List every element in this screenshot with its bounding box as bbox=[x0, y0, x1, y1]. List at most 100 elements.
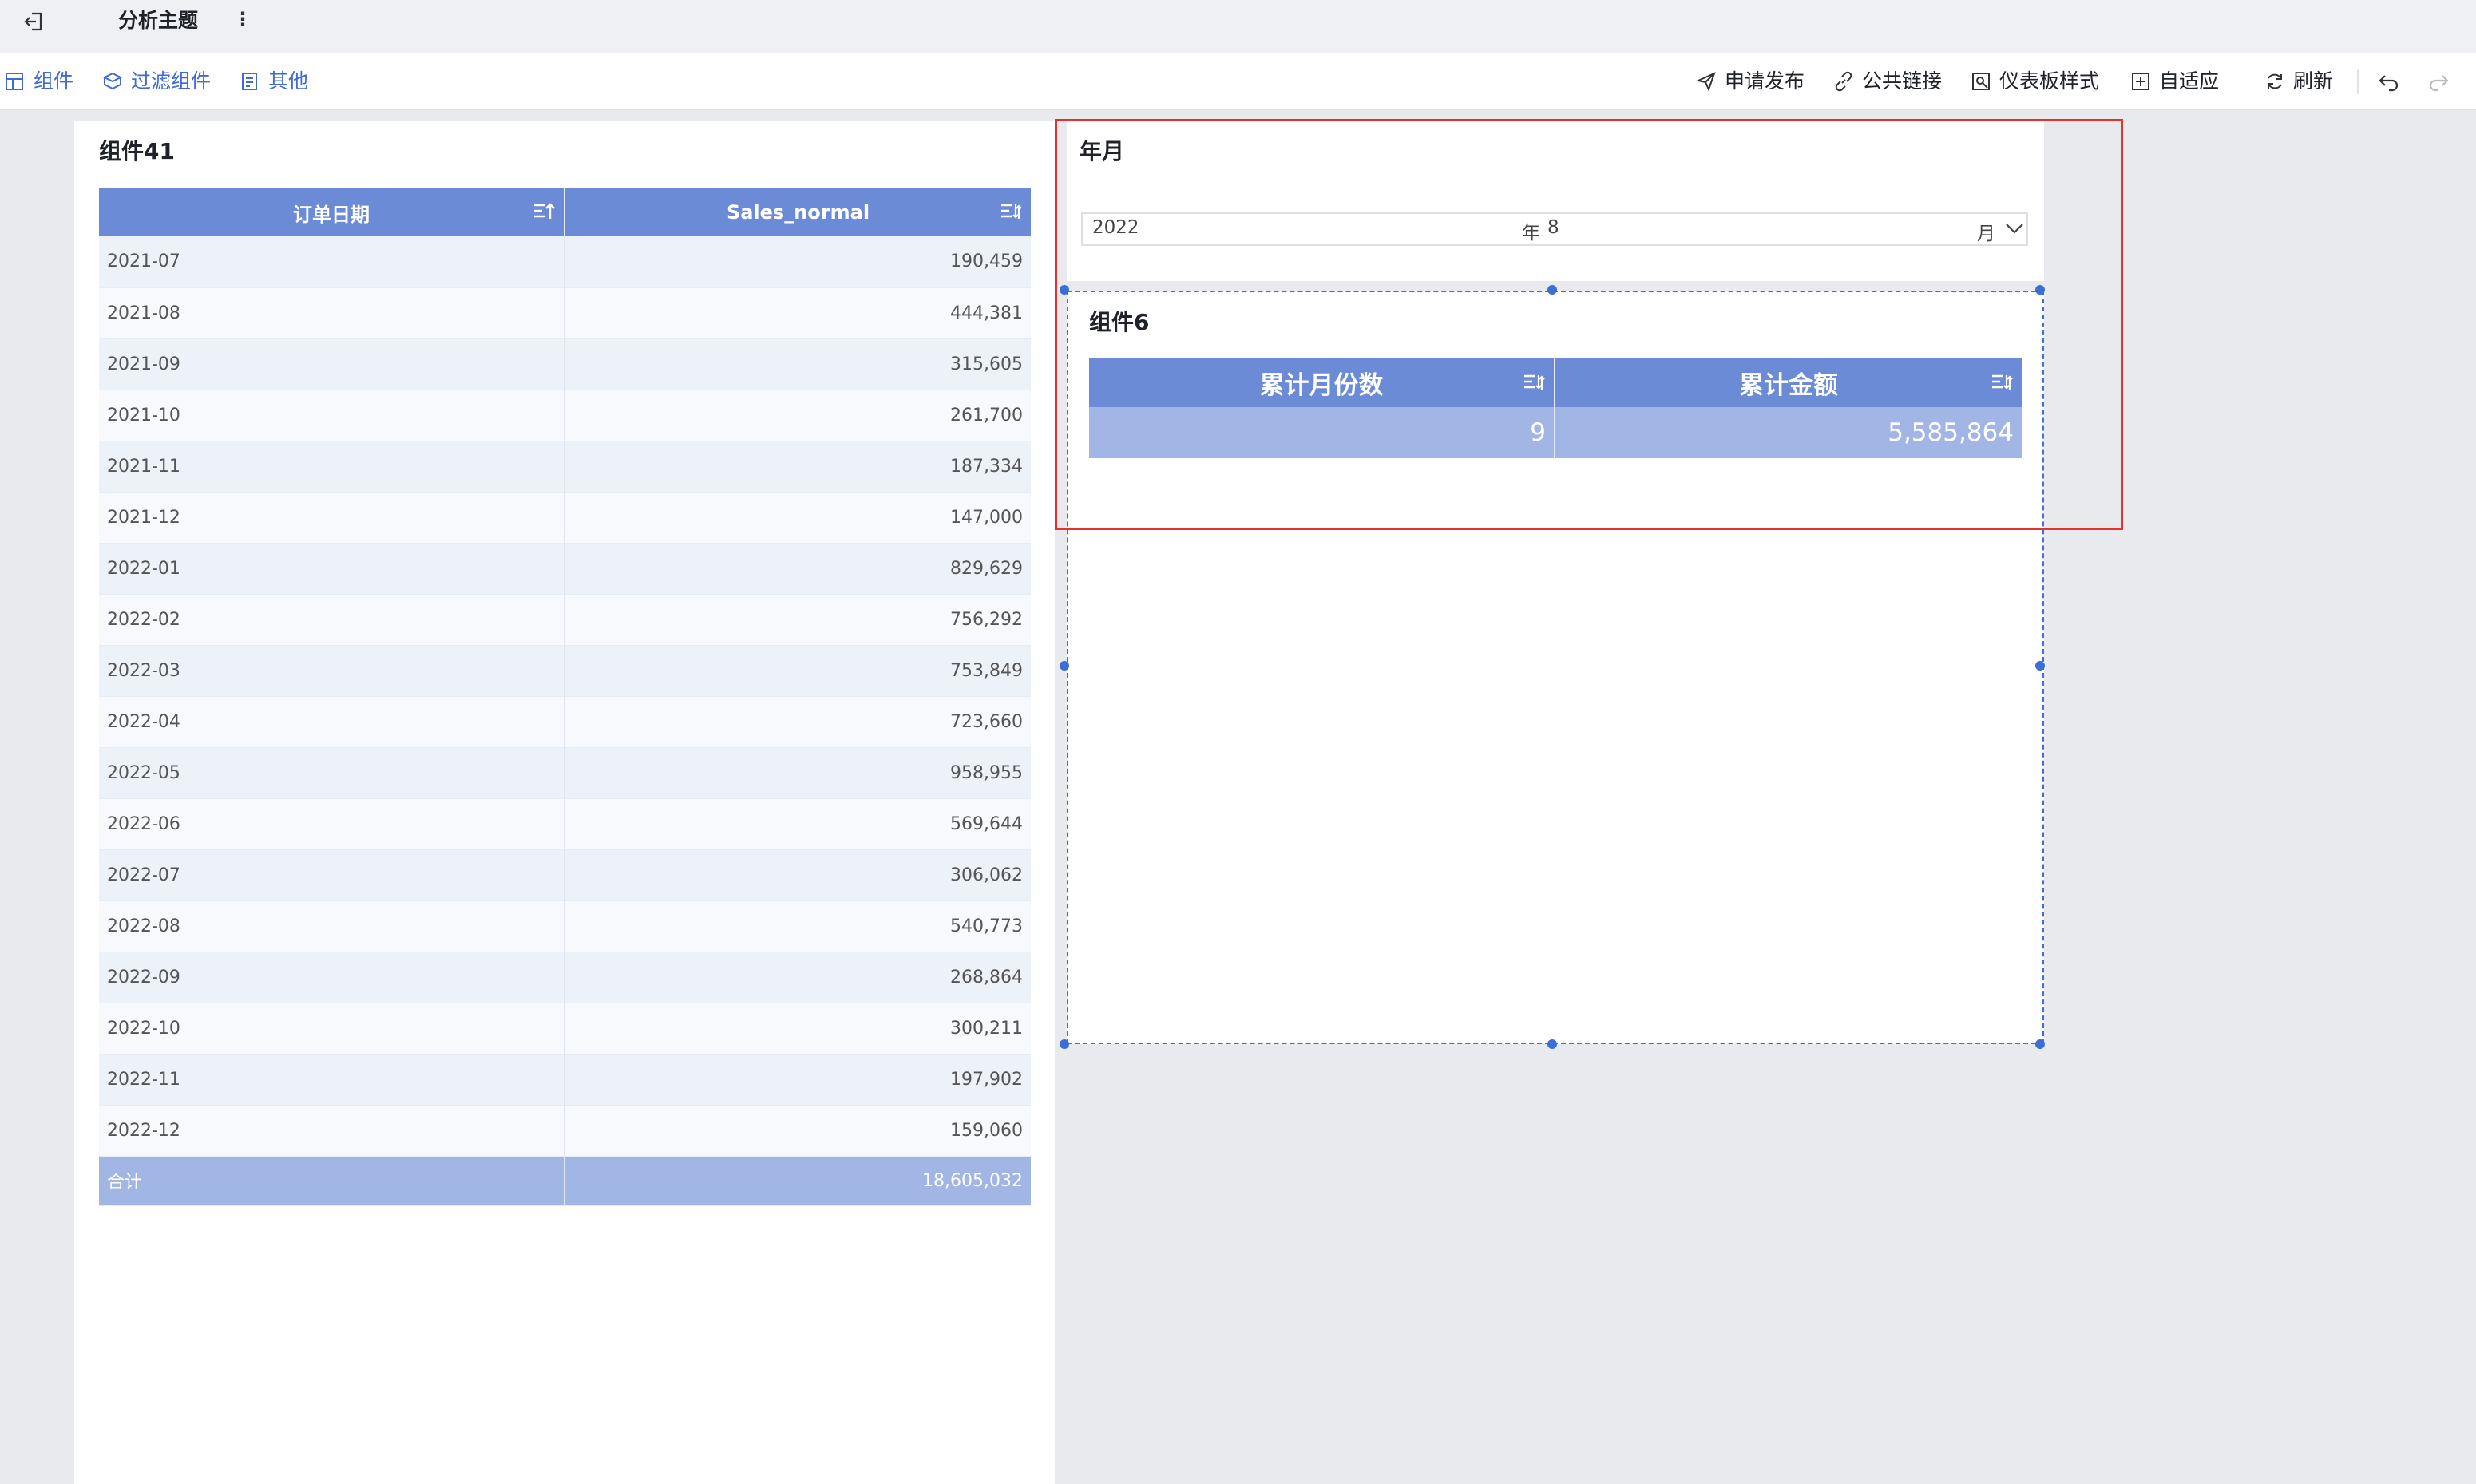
table-row: 2021-11 187,334 bbox=[99, 441, 1031, 493]
year-value: 2022 bbox=[1092, 217, 1139, 238]
order-date-cell: 2022-08 bbox=[99, 900, 565, 952]
order-date-cell: 2021-07 bbox=[99, 236, 565, 288]
table-row: 2021-10 261,700 bbox=[99, 390, 1031, 441]
public-link-button[interactable]: 公共链接 bbox=[1833, 67, 1942, 96]
table-row: 2022-10 300,211 bbox=[99, 1003, 1031, 1055]
order-date-cell: 2022-10 bbox=[99, 1003, 565, 1055]
year-unit: 年 bbox=[1522, 223, 1540, 243]
sort-icon[interactable] bbox=[999, 200, 1023, 224]
order-date-cell: 2022-04 bbox=[99, 696, 565, 748]
toolbar: 组件 过滤组件 其他 申请发布 公共链接 仪表板样式 自适应 刷新 bbox=[0, 53, 2476, 110]
refresh-label: 刷新 bbox=[2293, 69, 2334, 93]
sales-cell: 197,902 bbox=[565, 1054, 1031, 1106]
total-row: 合计 18,605,032 bbox=[99, 1156, 1031, 1206]
widget41-title: 组件41 bbox=[99, 138, 175, 164]
total-value: 18,605,032 bbox=[565, 1156, 1031, 1206]
order-date-cell: 2021-12 bbox=[99, 492, 565, 544]
month-value: 8 bbox=[1547, 217, 1559, 238]
add-widget-icon bbox=[6, 73, 23, 90]
more-icon[interactable]: ⋮ bbox=[233, 6, 252, 32]
filter-widget-label: 过滤组件 bbox=[131, 69, 212, 93]
sales-cell: 190,459 bbox=[565, 236, 1031, 288]
sales-cell: 187,334 bbox=[565, 441, 1031, 493]
column-label: 累计月份数 bbox=[1259, 370, 1384, 400]
resize-handle-e[interactable] bbox=[2035, 661, 2045, 671]
table-row: 2022-07 306,062 bbox=[99, 849, 1031, 901]
widget6-title: 组件6 bbox=[1089, 309, 1150, 335]
sort-icon[interactable] bbox=[1522, 370, 1546, 394]
table-row: 9 5,585,864 bbox=[1089, 407, 2022, 458]
column-header-sales[interactable]: Sales_normal bbox=[565, 188, 1031, 236]
column-header-cumulative-amount[interactable]: 累计金额 bbox=[1555, 358, 2022, 407]
table-row: 2022-02 756,292 bbox=[99, 594, 1031, 646]
exit-icon[interactable] bbox=[22, 10, 46, 34]
year-month-filter-panel[interactable]: 年 月 2022 年 8 月 bbox=[1067, 121, 2044, 281]
order-date-cell: 2022-06 bbox=[99, 798, 565, 850]
link-icon bbox=[1835, 71, 1852, 92]
redo-icon[interactable] bbox=[2427, 67, 2458, 96]
refresh-icon bbox=[2268, 73, 2282, 89]
undo-icon[interactable] bbox=[2378, 67, 2408, 96]
order-date-cell: 2022-03 bbox=[99, 645, 565, 697]
resize-handle-w[interactable] bbox=[1060, 661, 1069, 671]
sales-cell: 306,062 bbox=[565, 849, 1031, 901]
widget41-panel[interactable]: 组件41 订单日期 Sales_normal 2021-07 190,459 202… bbox=[74, 121, 1055, 1484]
year-month-select[interactable]: 2022 年 8 月 bbox=[1081, 212, 2028, 246]
resize-handle-ne[interactable] bbox=[2035, 285, 2045, 295]
widget6-panel[interactable]: 组件6 累计月份数 累计金额 9 5,585,864 bbox=[1067, 291, 2044, 1044]
table-row: 2022-09 268,864 bbox=[99, 952, 1031, 1003]
cumulative-months-value: 9 bbox=[1089, 407, 1555, 458]
resize-handle-nw[interactable] bbox=[1060, 285, 1069, 295]
add-widget-label: 组件 bbox=[34, 69, 74, 93]
sales-cell: 753,849 bbox=[565, 645, 1031, 697]
month-unit: 月 bbox=[1977, 224, 1995, 244]
resize-handle-se[interactable] bbox=[2035, 1039, 2045, 1049]
other-icon bbox=[242, 73, 257, 90]
refresh-button[interactable]: 刷新 bbox=[2264, 67, 2333, 96]
fit-label: 自适应 bbox=[2159, 69, 2220, 93]
dashboard-style-button[interactable]: 仪表板样式 bbox=[1971, 67, 2099, 96]
other-button[interactable]: 其他 bbox=[240, 67, 308, 96]
table-row: 2021-07 190,459 bbox=[99, 236, 1031, 288]
cumulative-amount-value: 5,585,864 bbox=[1555, 407, 2022, 458]
filter-widget-button[interactable]: 过滤组件 bbox=[102, 67, 211, 96]
column-header-cumulative-months[interactable]: 累计月份数 bbox=[1089, 358, 1555, 407]
widget41-table: 订单日期 Sales_normal 2021-07 190,459 2021-08 4… bbox=[99, 188, 1031, 1206]
resize-handle-sw[interactable] bbox=[1060, 1039, 1069, 1049]
column-label: 累计金额 bbox=[1739, 370, 1838, 400]
subject-title: 分析主题 bbox=[118, 9, 199, 32]
total-label: 合计 bbox=[99, 1156, 565, 1206]
sales-cell: 444,381 bbox=[565, 287, 1031, 339]
column-header-order-date[interactable]: 订单日期 bbox=[99, 188, 565, 236]
table-row: 2022-06 569,644 bbox=[99, 798, 1031, 850]
order-date-cell: 2021-09 bbox=[99, 338, 565, 390]
widget6-table: 累计月份数 累计金额 9 5,585,864 bbox=[1089, 358, 2022, 458]
resize-handle-s[interactable] bbox=[1547, 1039, 1557, 1049]
fit-button[interactable]: 自适应 bbox=[2130, 67, 2219, 96]
send-icon bbox=[1696, 72, 1716, 92]
order-date-cell: 2021-08 bbox=[99, 287, 565, 339]
sort-asc-icon[interactable] bbox=[532, 200, 556, 224]
sales-cell: 147,000 bbox=[565, 492, 1031, 544]
chevron-down-icon[interactable] bbox=[2004, 222, 2025, 235]
order-date-cell: 2022-05 bbox=[99, 747, 565, 799]
sales-cell: 268,864 bbox=[565, 952, 1031, 1003]
toolbar-divider bbox=[2357, 69, 2359, 94]
table-row: 2022-04 723,660 bbox=[99, 696, 1031, 748]
resize-handle-n[interactable] bbox=[1547, 285, 1557, 295]
order-date-cell: 2021-11 bbox=[99, 441, 565, 493]
publish-button[interactable]: 申请发布 bbox=[1696, 67, 1805, 96]
table-row: 2022-12 159,060 bbox=[99, 1105, 1031, 1157]
sales-cell: 723,660 bbox=[565, 696, 1031, 748]
add-widget-button[interactable]: 组件 bbox=[5, 67, 73, 96]
sales-cell: 569,644 bbox=[565, 798, 1031, 850]
dashboard-style-icon bbox=[1972, 73, 1990, 90]
sort-icon[interactable] bbox=[1990, 370, 2014, 394]
table-row: 2022-08 540,773 bbox=[99, 900, 1031, 952]
column-label: Sales_normal bbox=[726, 201, 870, 224]
order-date-cell: 2022-01 bbox=[99, 543, 565, 595]
dashboard-style-label: 仪表板样式 bbox=[1999, 69, 2100, 93]
order-date-cell: 2022-02 bbox=[99, 594, 565, 646]
sales-cell: 540,773 bbox=[565, 900, 1031, 952]
table-row: 2022-05 958,955 bbox=[99, 747, 1031, 799]
